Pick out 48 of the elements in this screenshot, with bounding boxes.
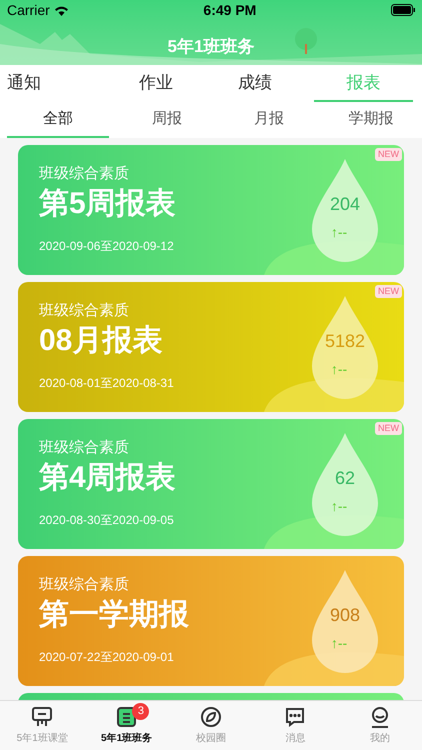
tab[interactable]: 通知 — [0, 65, 106, 102]
tab-bar-item[interactable]: 消息 — [253, 701, 338, 750]
tab-bar-item[interactable]: 5年1班课堂 — [0, 701, 84, 750]
report-score: 908 — [330, 604, 360, 627]
status-time: 6:49 PM — [203, 0, 256, 20]
report-score: 5182 — [324, 330, 366, 353]
report-score: 62 — [334, 467, 356, 490]
report-subtitle: 班级综合素质 — [39, 439, 129, 457]
report-card[interactable]: 班级综合素质 第一学期报 2020-07-22至2020-09-01 908 ↑-- — [18, 556, 404, 686]
battery-icon — [390, 4, 415, 16]
count-badge: 3 — [132, 703, 150, 720]
trend-label: ↑-- — [330, 634, 348, 653]
notebook-icon — [114, 705, 139, 729]
report-title: 第一学期报 — [39, 597, 189, 633]
tab-bar-item[interactable]: 我的 — [338, 701, 422, 750]
tab[interactable]: 成绩 — [206, 65, 305, 102]
report-card[interactable]: 班级综合素质 第5周报表 2020-09-06至2020-09-12 204 ↑-- NEW — [18, 145, 404, 275]
sub-tab[interactable]: 月报 — [218, 102, 320, 138]
report-title: 第5周报表 — [39, 186, 176, 222]
trend-label: ↑-- — [330, 360, 348, 379]
trend-label: ↑-- — [330, 223, 348, 242]
board-icon — [30, 705, 54, 729]
report-subtitle: 班级综合素质 — [39, 165, 129, 183]
compass-icon — [199, 705, 224, 729]
report-subtitle: 班级综合素质 — [39, 302, 129, 320]
tab[interactable]: 作业 — [106, 65, 206, 102]
report-date-range: 2020-09-06至2020-09-12 — [39, 238, 174, 255]
sub-tab[interactable]: 周报 — [116, 102, 218, 138]
sub-tab[interactable]: 学期报 — [320, 102, 422, 138]
carrier-label: Carrier — [7, 0, 50, 20]
tab-bar-item[interactable]: 5年1班班务 3 — [84, 701, 169, 750]
new-badge: NEW — [375, 148, 402, 161]
report-card[interactable]: 班级综合素质 第4周报表 2020-08-30至2020-09-05 62 ↑-- NEW — [18, 419, 404, 549]
page-title: 5年1班班务 — [168, 36, 254, 58]
report-score: 204 — [330, 193, 360, 216]
trend-label: ↑-- — [330, 497, 348, 516]
report-date-range: 2020-07-22至2020-09-01 — [39, 649, 174, 666]
tab-bar-item[interactable]: 校园圈 — [168, 701, 254, 750]
sub-tab[interactable]: 全部 — [7, 102, 109, 138]
report-subtitle: 班级综合素质 — [39, 576, 129, 594]
wifi-icon — [54, 4, 69, 16]
new-badge: NEW — [375, 422, 402, 435]
report-card[interactable]: 班级综合素质 08月报表 2020-08-01至2020-08-31 5182 ↑-- NEW — [18, 282, 404, 412]
new-badge: NEW — [375, 285, 402, 298]
report-title: 第4周报表 — [39, 460, 176, 496]
report-date-range: 2020-08-30至2020-09-05 — [39, 512, 174, 529]
report-date-range: 2020-08-01至2020-08-31 — [39, 375, 174, 392]
report-title: 08月报表 — [39, 323, 162, 359]
